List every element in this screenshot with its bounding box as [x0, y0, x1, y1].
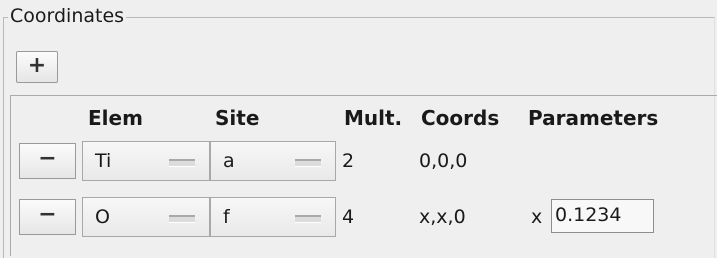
- header-coords: Coords: [421, 106, 500, 130]
- coords-value: x,x,0: [419, 206, 466, 228]
- dropdown-arrow-icon: [295, 159, 321, 167]
- elem-select[interactable]: O: [82, 197, 210, 237]
- site-select-value: a: [223, 150, 235, 172]
- site-select[interactable]: a: [210, 141, 336, 181]
- elem-select-value: Ti: [95, 150, 112, 172]
- header-parameters: Parameters: [528, 106, 659, 130]
- parameter-input[interactable]: 0.1234: [551, 199, 654, 233]
- add-row-button[interactable]: +: [16, 51, 58, 83]
- header-site: Site: [215, 106, 260, 130]
- elem-select[interactable]: Ti: [82, 141, 210, 181]
- group-title: Coordinates: [8, 5, 127, 27]
- mult-value: 2: [342, 150, 355, 172]
- header-elem: Elem: [88, 106, 143, 130]
- site-select[interactable]: f: [210, 197, 336, 237]
- dropdown-arrow-icon: [169, 215, 195, 223]
- coords-value: 0,0,0: [419, 150, 468, 172]
- dropdown-arrow-icon: [169, 159, 195, 167]
- site-select-value: f: [223, 206, 230, 228]
- header-mult: Mult.: [344, 106, 403, 130]
- elem-select-value: O: [95, 206, 110, 228]
- mult-value: 4: [342, 206, 355, 228]
- remove-row-button[interactable]: −: [19, 199, 76, 235]
- remove-row-button[interactable]: −: [19, 143, 76, 179]
- parameter-label: x: [531, 206, 543, 228]
- dropdown-arrow-icon: [295, 215, 321, 223]
